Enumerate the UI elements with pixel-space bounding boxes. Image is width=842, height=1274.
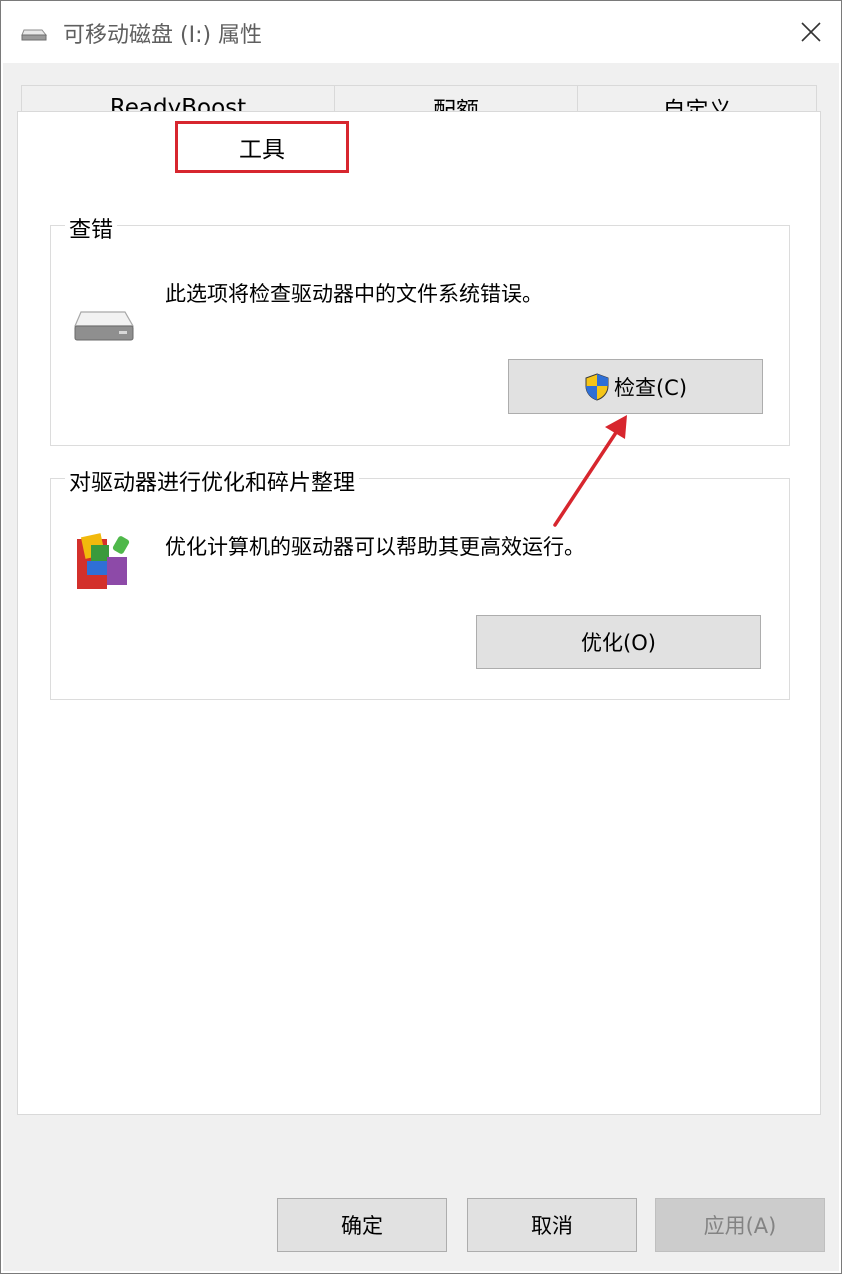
cancel-button[interactable]: 取消 — [467, 1198, 637, 1252]
title-bar: 可移动磁盘 (I:) 属性 — [1, 1, 841, 63]
window-title: 可移动磁盘 (I:) 属性 — [63, 23, 263, 48]
defrag-icon — [77, 533, 130, 589]
check-button-label: 检查(C) — [613, 375, 688, 400]
close-icon[interactable] — [791, 13, 831, 51]
uac-shield-icon — [585, 372, 609, 401]
optimize-button[interactable]: 优化(O) — [476, 615, 761, 669]
drive-icon — [21, 29, 47, 41]
optimize-description: 优化计算机的驱动器可以帮助其更高效运行。 — [165, 535, 585, 559]
optimize-group: 对驱动器进行优化和碎片整理 优化计算机的驱动器可以帮助其更高效运行。 优化(O) — [50, 465, 790, 700]
ok-button[interactable]: 确定 — [277, 1198, 447, 1252]
error-check-description: 此选项将检查驱动器中的文件系统错误。 — [165, 282, 543, 306]
tools-tab-panel: 查错 此选项将检查驱动器中的文件系统错误。 检查(C) 对驱动器进行优化和碎片整… — [17, 111, 821, 1115]
drive-icon — [74, 311, 135, 341]
error-check-group: 查错 此选项将检查驱动器中的文件系统错误。 检查(C) — [50, 212, 790, 446]
apply-button[interactable]: 应用(A) — [655, 1198, 825, 1252]
optimize-title: 对驱动器进行优化和碎片整理 — [65, 465, 360, 497]
properties-dialog: 可移动磁盘 (I:) 属性 ReadyBoost 配额 自定义 常规 工具 硬件… — [0, 0, 842, 1274]
tab-tools[interactable]: 工具 — [175, 121, 349, 173]
error-check-title: 查错 — [65, 212, 118, 244]
check-button[interactable]: 检查(C) — [508, 359, 763, 414]
